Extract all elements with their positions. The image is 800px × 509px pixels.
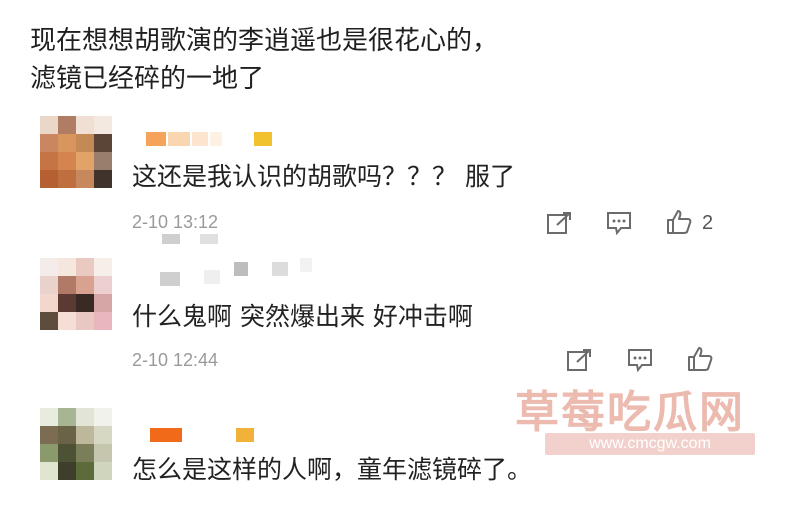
comment-time: 2-10 13:12 — [132, 212, 219, 232]
thumbs-up-icon[interactable] — [665, 208, 693, 234]
blurred-mark — [162, 234, 180, 244]
thumbs-up-icon[interactable] — [686, 345, 714, 371]
comment-text: 什么鬼啊 突然爆出来 好冲击啊 — [132, 302, 473, 331]
comment-icon[interactable] — [605, 210, 633, 236]
post-line-2: 滤镜已经碎的一地了 — [30, 64, 265, 94]
avatar[interactable] — [40, 258, 112, 330]
avatar[interactable] — [40, 408, 112, 480]
share-icon[interactable] — [565, 347, 593, 373]
username[interactable] — [132, 132, 282, 150]
share-icon[interactable] — [545, 210, 573, 236]
username[interactable] — [132, 258, 332, 286]
comment-text: 怎么是这样的人啊，童年滤镜碎了。 — [132, 455, 533, 484]
avatar[interactable] — [40, 116, 112, 188]
like-count: 2 — [702, 212, 714, 234]
watermark-url: www.cmcgw.com — [545, 433, 755, 455]
blurred-mark — [200, 234, 218, 244]
username[interactable] — [132, 428, 262, 446]
post-line-1: 现在想想胡歌演的李逍遥也是很花心的， — [30, 26, 499, 56]
comment-text: 这还是我认识的胡歌吗？？？ 服了 — [132, 162, 515, 191]
post-text: 现在想想胡歌演的李逍遥也是很花心的， 滤镜已经碎的一地了 — [30, 22, 770, 98]
comment-icon[interactable] — [626, 347, 654, 373]
comment-time: 2-10 12:44 — [132, 350, 219, 370]
watermark-title: 草莓吃瓜网 — [515, 387, 745, 438]
